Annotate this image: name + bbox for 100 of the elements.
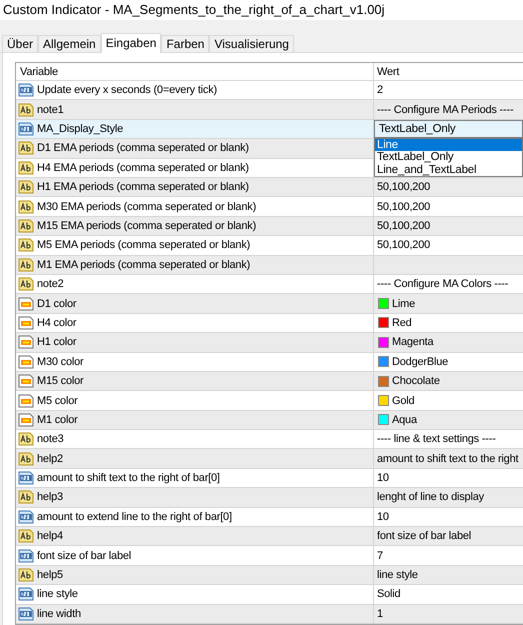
variable-name: D1 color bbox=[36, 298, 76, 310]
table-row[interactable]: help2 amount to shift text to the right bbox=[16, 449, 523, 469]
value-text: line style bbox=[376, 569, 418, 582]
value-text: DodgerBlue bbox=[391, 356, 448, 368]
text-icon bbox=[18, 102, 34, 117]
table-row[interactable]: M1 color Aqua bbox=[16, 410, 523, 430]
tab[interactable]: Visualisierung bbox=[209, 35, 294, 52]
tab[interactable]: Über bbox=[2, 35, 38, 52]
table-row[interactable]: M1 EMA periods (comma seperated or blank) bbox=[16, 256, 523, 275]
value-text: Solid bbox=[376, 588, 400, 600]
palette-icon bbox=[18, 394, 34, 408]
table-row[interactable]: line style Solid bbox=[16, 585, 523, 605]
table-row[interactable]: M5 color Gold bbox=[16, 391, 523, 411]
text-icon bbox=[18, 238, 34, 252]
table-row[interactable]: M5 EMA periods (comma seperated or blank) 50,100,200 bbox=[16, 236, 523, 256]
table-row[interactable]: H1 EMA periods (comma seperated or blank) 50,100,200 bbox=[16, 178, 523, 198]
variable-name: help5 bbox=[36, 569, 63, 582]
table-row[interactable]: line width 1 bbox=[16, 604, 523, 624]
value-text: Aqua bbox=[391, 414, 417, 426]
palette-icon bbox=[18, 316, 34, 330]
variable-name: MA_Display_Style bbox=[36, 123, 124, 136]
variable-name: note3 bbox=[36, 433, 64, 446]
variable-name: amount to extend line to the right of bar[0] bbox=[36, 510, 232, 523]
variable-name: font size of bar label bbox=[36, 550, 132, 562]
value-text: 1 bbox=[376, 608, 383, 620]
value-text: ---- line & text settings ---- bbox=[376, 433, 496, 446]
variable-name: M1 color bbox=[36, 414, 78, 426]
window-title: Custom Indicator - MA_Segments_to_the_right_of_a_chart_v1.00j bbox=[0, 0, 523, 20]
tab[interactable]: Eingaben bbox=[100, 33, 162, 54]
palette-icon bbox=[18, 296, 34, 311]
text-icon bbox=[18, 432, 34, 446]
variable-name: note2 bbox=[36, 278, 64, 290]
value-text: ---- Configure MA Periods ---- bbox=[376, 104, 514, 116]
palette-icon bbox=[18, 354, 34, 369]
variable-name: H1 color bbox=[36, 336, 76, 348]
number-icon bbox=[18, 122, 34, 136]
table-row[interactable]: help3 lenght of line to display bbox=[16, 488, 523, 508]
variable-name: H4 color bbox=[36, 316, 76, 329]
variable-name: line style bbox=[36, 588, 78, 600]
number-icon bbox=[18, 548, 34, 563]
number-icon bbox=[18, 510, 34, 524]
table-row[interactable]: D1 color Lime bbox=[16, 294, 523, 314]
table-row[interactable]: Update every x seconds (0=every tick) 2 bbox=[16, 81, 523, 100]
table-row[interactable]: note2 ---- Configure MA Colors ---- bbox=[16, 274, 523, 294]
variable-name: M30 EMA periods (comma seperated or blank) bbox=[36, 200, 256, 213]
column-header[interactable]: Variable bbox=[16, 63, 373, 80]
text-icon bbox=[18, 568, 34, 582]
variable-name: help3 bbox=[36, 491, 63, 504]
table-row[interactable]: M15 EMA periods (comma seperated or blank) 50,100,200 bbox=[16, 216, 523, 236]
value-text: 50,100,200 bbox=[376, 181, 430, 194]
tab[interactable]: Allgemein bbox=[38, 35, 101, 52]
variable-name: M15 color bbox=[36, 375, 84, 388]
variable-name: amount to shift text to the right of bar[0] bbox=[36, 472, 220, 484]
value-text: 7 bbox=[376, 550, 383, 562]
table-row[interactable]: H1 color Magenta bbox=[16, 333, 523, 353]
column-header[interactable]: Wert bbox=[373, 63, 523, 80]
value-text: 50,100,200 bbox=[376, 220, 430, 232]
text-icon bbox=[18, 529, 34, 544]
table-row[interactable]: help5 line style bbox=[16, 566, 523, 586]
table-row[interactable]: M15 color Chocolate bbox=[16, 372, 523, 392]
value-text: Chocolate bbox=[391, 375, 440, 388]
dropdown-option[interactable]: Line bbox=[375, 138, 522, 152]
variable-name: Update every x seconds (0=every tick) bbox=[36, 84, 217, 96]
table-row[interactable]: H4 color Red bbox=[16, 314, 523, 334]
palette-icon bbox=[18, 335, 34, 350]
variable-name: H4 EMA periods (comma seperated or blank) bbox=[36, 162, 249, 174]
value-text: 50,100,200 bbox=[376, 200, 430, 213]
variable-name: M5 EMA periods (comma seperated or blank) bbox=[36, 239, 250, 252]
table-row[interactable]: M30 color DodgerBlue bbox=[16, 352, 523, 372]
table-row[interactable]: M30 EMA periods (comma seperated or blank) 50,100,200 bbox=[16, 197, 523, 217]
table-row[interactable]: amount to shift text to the right of bar[0] 10 bbox=[16, 468, 523, 488]
value-text: 50,100,200 bbox=[376, 239, 430, 252]
table-row[interactable]: note3 ---- line & text settings ---- bbox=[16, 430, 523, 450]
number-icon bbox=[18, 471, 34, 486]
table-row[interactable]: amount to extend line to the right of bar[0] 10 bbox=[16, 508, 523, 528]
table-row[interactable]: font size of bar label 7 bbox=[16, 546, 523, 566]
text-icon bbox=[18, 490, 34, 504]
variable-name: note1 bbox=[36, 104, 64, 116]
value-text: ---- Configure MA Colors ---- bbox=[376, 278, 508, 290]
value-text: 10 bbox=[376, 472, 389, 484]
value-text: font size of bar label bbox=[376, 530, 472, 542]
palette-icon bbox=[18, 374, 34, 388]
number-icon bbox=[18, 587, 34, 602]
text-icon bbox=[18, 160, 34, 175]
number-icon bbox=[18, 83, 34, 98]
tab[interactable]: Farben bbox=[161, 35, 210, 52]
dropdown-field[interactable]: TextLabel_Only bbox=[374, 120, 523, 138]
variable-name: M30 color bbox=[36, 356, 84, 368]
variable-name: line width bbox=[36, 608, 81, 620]
table-row[interactable]: help4 font size of bar label bbox=[16, 527, 523, 546]
text-icon bbox=[18, 180, 34, 194]
text-icon bbox=[18, 218, 34, 233]
value-text: amount to shift text to the right bbox=[376, 452, 518, 465]
palette-icon bbox=[18, 412, 34, 427]
text-icon bbox=[18, 277, 34, 292]
text-icon bbox=[18, 141, 34, 156]
value-text: 2 bbox=[376, 84, 383, 96]
table-row[interactable]: note1 ---- Configure MA Periods ---- bbox=[16, 100, 523, 120]
text-icon bbox=[18, 452, 34, 466]
text-icon bbox=[18, 200, 34, 214]
